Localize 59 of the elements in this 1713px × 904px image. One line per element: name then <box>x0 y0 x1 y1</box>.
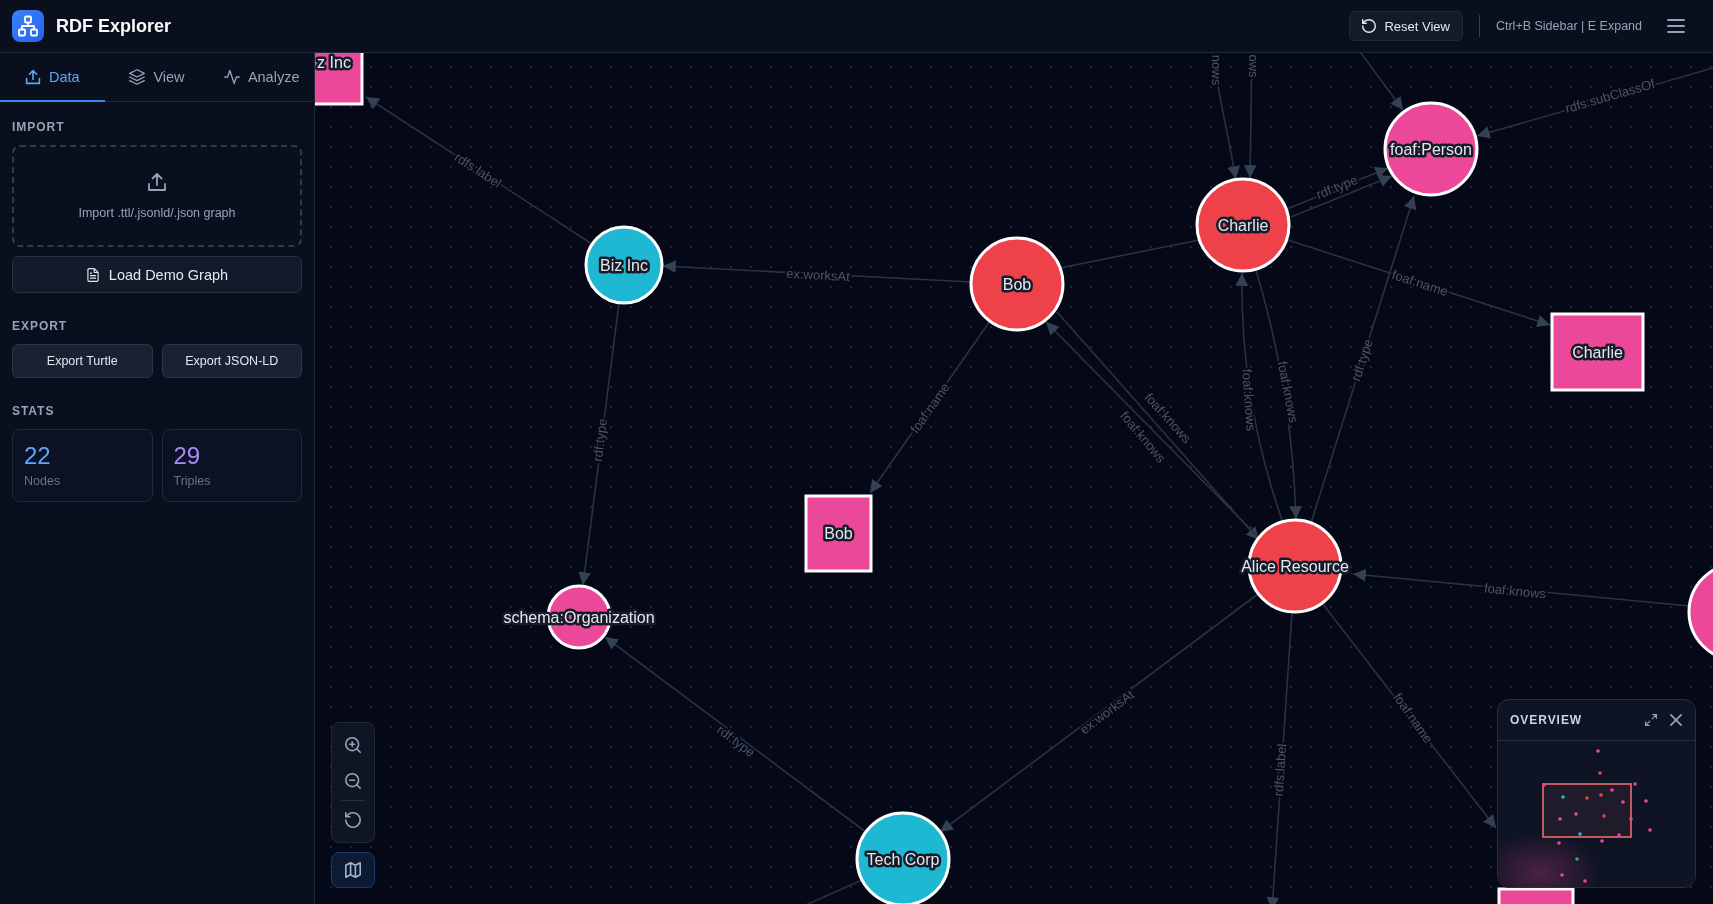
section-heading: IMPORT <box>12 120 66 134</box>
stat-value: 22 <box>24 442 51 470</box>
node-label: Bob <box>824 525 853 542</box>
pulse-icon <box>223 68 240 85</box>
node-label: Bob <box>1002 275 1032 293</box>
reset-icon <box>1362 19 1377 33</box>
layers-icon <box>129 68 146 85</box>
map-icon <box>345 862 361 878</box>
node-label: Charlie <box>1572 343 1623 361</box>
edge-label: ows <box>1245 54 1261 78</box>
edge-label: ex:worksAt <box>785 265 851 285</box>
minimap-toggle[interactable] <box>331 852 375 888</box>
resource-node[interactable] <box>855 811 951 904</box>
literal-node[interactable] <box>804 494 873 573</box>
stat-value: 29 <box>173 442 201 470</box>
overview-title: OVERVIEW <box>1510 713 1583 727</box>
stat-label: Triples <box>173 474 211 488</box>
edge-label: foaf:knows <box>1239 368 1259 432</box>
app-title: RDF Explorer <box>56 15 172 37</box>
node-label: Tech Corp <box>866 850 940 868</box>
zoom-out-icon <box>345 773 361 789</box>
resource-node[interactable] <box>969 236 1065 332</box>
reset-view-button[interactable]: Reset View <box>1349 11 1463 41</box>
document-icon <box>85 267 100 282</box>
resource-node[interactable] <box>1195 177 1291 273</box>
sidebar-tab[interactable]: View <box>104 53 210 102</box>
load-demo-button[interactable]: Load Demo Graph <box>12 256 302 293</box>
sidebar-tab[interactable]: Analyze <box>209 53 314 102</box>
export-button[interactable]: Export JSON-LD <box>161 344 302 378</box>
dropzone-text: Import .ttl/.jsonld/.json graph <box>78 206 236 220</box>
edge-label: foaf:knows <box>1483 580 1547 602</box>
node-label: foaf:Person <box>1390 140 1472 158</box>
shortcut-hint: Ctrl+B Sidebar | E Expand <box>1495 19 1642 33</box>
expand-icon[interactable] <box>1645 714 1657 726</box>
stat-label: Nodes <box>24 474 61 488</box>
edge-label: rdf:type <box>589 417 611 463</box>
upload-icon <box>147 172 167 192</box>
reset-icon <box>345 812 361 828</box>
section-heading: STATS <box>12 404 56 418</box>
sidebar-tab[interactable]: Data <box>0 53 105 102</box>
node-label: Charlie <box>1217 216 1269 234</box>
edge-label: rdf:type <box>1314 171 1360 203</box>
upload-icon <box>25 68 41 85</box>
edge-label: rdf:type <box>1348 337 1376 383</box>
resource-node[interactable] <box>584 225 664 305</box>
edge-label: rdfs:label <box>1270 743 1290 797</box>
export-button[interactable]: Export Turtle <box>12 344 153 378</box>
node-label: z Inc <box>317 53 351 71</box>
close-icon[interactable] <box>1670 714 1682 726</box>
edge-label: nows <box>1208 54 1224 86</box>
file-dropzone[interactable]: Import .ttl/.jsonld/.json graph <box>12 145 302 247</box>
literal-node[interactable] <box>1550 312 1645 392</box>
network-logo-icon <box>12 10 44 42</box>
zoom-in-icon <box>345 737 361 753</box>
menu-icon[interactable] <box>1667 19 1685 33</box>
resource-node[interactable] <box>1383 101 1479 197</box>
section-heading: EXPORT <box>12 319 69 333</box>
edge-label: foaf:knows <box>1274 360 1302 424</box>
node-label: Biz Inc <box>600 256 648 274</box>
